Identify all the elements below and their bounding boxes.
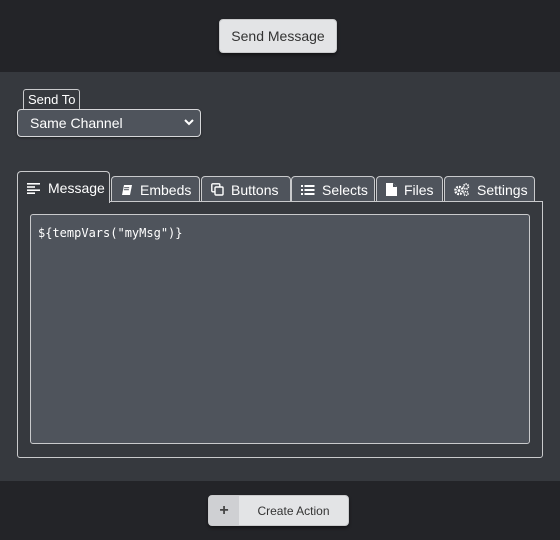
book-icon xyxy=(122,184,132,195)
file-icon xyxy=(386,183,397,196)
tab-label: Files xyxy=(404,181,434,198)
tab-message[interactable]: Message xyxy=(17,171,110,203)
send-to-select[interactable]: Same Channel xyxy=(17,109,201,137)
chevron-down-icon xyxy=(184,119,194,126)
message-textarea[interactable]: ${tempVars("myMsg")} xyxy=(30,214,530,444)
list-icon xyxy=(301,184,315,195)
copy-icon xyxy=(211,183,224,196)
tab-label: Selects xyxy=(322,181,368,198)
plus-icon: + xyxy=(209,496,239,525)
tab-label: Message xyxy=(48,179,105,196)
tab-label: Embeds xyxy=(140,181,192,198)
tab-buttons[interactable]: Buttons xyxy=(201,176,291,202)
tab-settings[interactable]: Settings xyxy=(444,176,535,202)
send-message-button[interactable]: Send Message xyxy=(219,19,337,53)
create-action-label: Create Action xyxy=(257,503,330,518)
send-to-selected-value: Same Channel xyxy=(30,115,123,131)
create-action-button[interactable]: + Create Action xyxy=(208,495,349,526)
align-left-icon xyxy=(27,182,40,194)
cogs-icon xyxy=(454,183,470,196)
send-to-label: Send To xyxy=(23,89,81,110)
tab-label: Settings xyxy=(477,181,528,198)
tab-label: Buttons xyxy=(231,181,279,198)
tab-selects[interactable]: Selects xyxy=(291,176,375,202)
tab-files[interactable]: Files xyxy=(376,176,443,202)
tab-embeds[interactable]: Embeds xyxy=(111,176,200,202)
